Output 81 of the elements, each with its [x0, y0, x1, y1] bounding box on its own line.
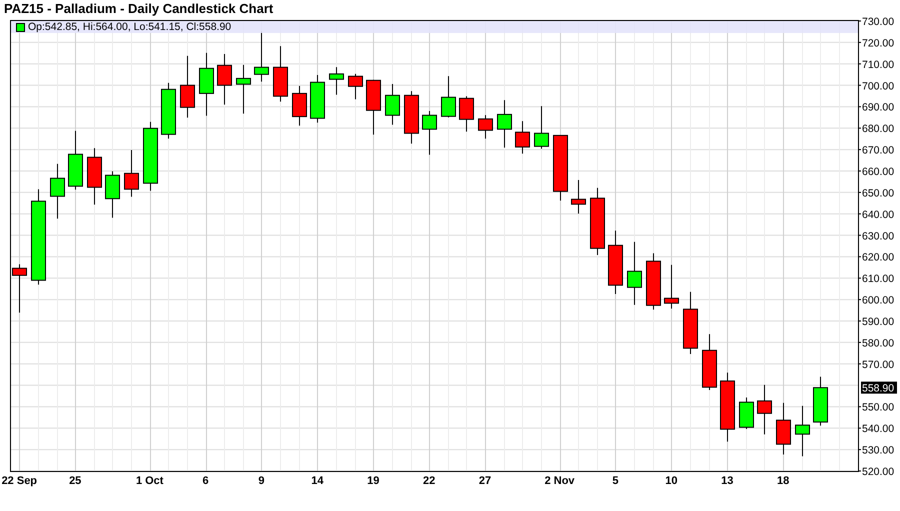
- candlestick: [441, 76, 456, 118]
- x-axis-label: 18: [777, 475, 790, 487]
- candlestick: [813, 376, 828, 426]
- candlestick: [404, 90, 419, 144]
- y-axis-label: 690.00: [862, 102, 894, 114]
- candlestick: [310, 74, 325, 124]
- candlestick: [273, 46, 288, 102]
- x-axis-label: 9: [258, 475, 265, 487]
- candlestick: [757, 384, 772, 435]
- y-axis-label: 720.00: [862, 37, 894, 50]
- x-axis-label: 27: [478, 475, 492, 487]
- x-axis-label: 19: [367, 475, 380, 487]
- x-axis-label: 1 Oct: [136, 475, 164, 487]
- candlestick: [795, 405, 810, 457]
- y-axis-label: 520.00: [862, 466, 894, 478]
- y-axis-label: 570.00: [862, 358, 894, 371]
- candlestick: [292, 85, 307, 126]
- y-axis-label: 590.00: [862, 316, 894, 328]
- candlestick: [720, 372, 735, 442]
- candlestick: [571, 180, 586, 214]
- candlestick: [254, 30, 269, 82]
- candlestick: [776, 402, 791, 455]
- candlestick: [180, 55, 195, 118]
- y-axis-label: 620.00: [862, 252, 894, 264]
- candlestick: [68, 130, 83, 190]
- candlestick: [739, 397, 754, 430]
- candlestick: [702, 334, 717, 390]
- x-axis-label: 14: [311, 475, 324, 487]
- y-axis-label: 730.00: [862, 16, 894, 28]
- candlestick: [124, 150, 139, 198]
- candlestick: [627, 241, 642, 306]
- candlestick: [646, 252, 661, 310]
- y-axis-label: 650.00: [862, 187, 894, 200]
- candlestick: [478, 114, 493, 140]
- y-axis-label: 530.00: [862, 444, 894, 457]
- candlestick: [590, 187, 605, 256]
- y-axis-label: 670.00: [862, 144, 894, 157]
- candlestick: [348, 73, 363, 100]
- candlestick: [683, 291, 698, 354]
- candlestick: [422, 110, 437, 156]
- candlestick: [664, 264, 679, 310]
- x-axis-label: 10: [665, 475, 678, 487]
- x-axis-label: 22 Sep: [2, 475, 38, 487]
- candlestick: [199, 52, 214, 116]
- y-axis-label: 550.00: [862, 402, 894, 414]
- legend-text: Op:542.85, Hi:564.00, Lo:541.15, Cl:558.90: [28, 22, 232, 32]
- legend-swatch: [16, 22, 25, 32]
- candlestick: [143, 121, 158, 192]
- candlestick: [608, 230, 623, 294]
- x-axis-label: 25: [69, 475, 82, 487]
- y-axis-label: 710.00: [862, 58, 894, 71]
- x-axis-label: 6: [202, 475, 209, 487]
- candlestick: [497, 100, 512, 148]
- candlestick: [87, 148, 102, 206]
- candlestick: [105, 170, 120, 218]
- y-axis-label: 580.00: [862, 337, 894, 350]
- candlestick: [366, 79, 381, 136]
- candlestick: [236, 64, 251, 114]
- y-axis-label: 630.00: [862, 230, 894, 242]
- y-axis-label: 700.00: [862, 80, 894, 92]
- y-axis-label: 640.00: [862, 208, 894, 221]
- x-axis-label: 2 Nov: [544, 475, 575, 487]
- candlestick: [515, 120, 530, 154]
- candlestick: [385, 84, 400, 126]
- candlestick: [534, 106, 549, 150]
- x-axis-label: 13: [721, 475, 734, 487]
- x-axis-label: 5: [612, 475, 619, 487]
- x-axis-label: 22: [423, 475, 436, 487]
- y-axis-label: 610.00: [862, 273, 894, 286]
- y-axis-label: 660.00: [862, 166, 894, 178]
- y-axis-label: 600.00: [862, 294, 894, 307]
- y-axis-label: 680.00: [862, 123, 894, 136]
- candlestick: [459, 96, 474, 132]
- candlestick: [161, 82, 176, 140]
- candlestick: [553, 134, 568, 202]
- candlestick: [329, 66, 344, 96]
- y-axis-label: 540.00: [862, 423, 894, 436]
- chart-title: PAZ15 - Palladium - Daily Candlestick Chart: [4, 1, 274, 16]
- candlestick: [217, 54, 232, 106]
- last-price-label: 558.90: [861, 382, 897, 395]
- candlestick: [50, 163, 65, 220]
